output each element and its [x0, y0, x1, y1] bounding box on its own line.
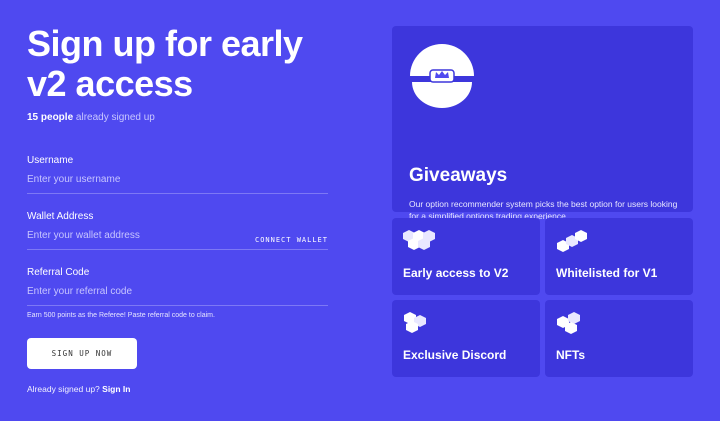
giveaways-title: Giveaways: [409, 165, 508, 186]
crown-sphere-icon: [408, 44, 476, 113]
wallet-field-group: Wallet Address CONNECT WALLET: [27, 211, 328, 250]
already-text: Already signed up?: [27, 384, 100, 394]
hex-stack-icon: [403, 310, 427, 341]
feature-card-discord: Exclusive Discord: [392, 300, 540, 377]
wallet-label: Wallet Address: [27, 211, 94, 222]
referral-hint: Earn 500 points as the Referee! Paste re…: [27, 312, 215, 319]
signed-count-number: 15 people: [27, 112, 74, 123]
referral-input[interactable]: [27, 286, 328, 306]
title-line-2: v2 access: [27, 63, 193, 104]
feature-card-early-access: Early access to V2: [392, 218, 540, 295]
signed-count-suffix: already signed up: [75, 112, 155, 123]
title-line-1: Sign up for early: [27, 23, 303, 64]
referral-label: Referral Code: [27, 267, 90, 278]
card-title: Whitelisted for V1: [556, 266, 658, 280]
feature-card-nfts: NFTs: [545, 300, 693, 377]
feature-card-whitelisted: Whitelisted for V1: [545, 218, 693, 295]
signed-up-counter: 15 people already signed up: [27, 112, 155, 123]
giveaways-card: Giveaways Our option recommender system …: [392, 26, 693, 221]
sign-in-link[interactable]: Sign In: [102, 384, 130, 394]
card-title: NFTs: [556, 348, 586, 362]
username-field-group: Username: [27, 155, 328, 194]
hex-cubes-icon: [556, 310, 582, 341]
hex-chain-icon: [556, 228, 588, 259]
sign-up-button[interactable]: SIGN UP NOW: [27, 338, 137, 369]
username-input[interactable]: [27, 174, 328, 194]
username-label: Username: [27, 155, 74, 166]
referral-field-group: Referral Code: [27, 267, 328, 306]
hex-cluster-icon: [403, 228, 435, 257]
connect-wallet-button[interactable]: CONNECT WALLET: [255, 236, 328, 244]
card-title: Exclusive Discord: [403, 348, 507, 362]
page-title: Sign up for early v2 access: [27, 24, 347, 104]
card-title: Early access to V2: [403, 266, 509, 280]
already-signed-up: Already signed up? Sign In: [27, 384, 131, 394]
